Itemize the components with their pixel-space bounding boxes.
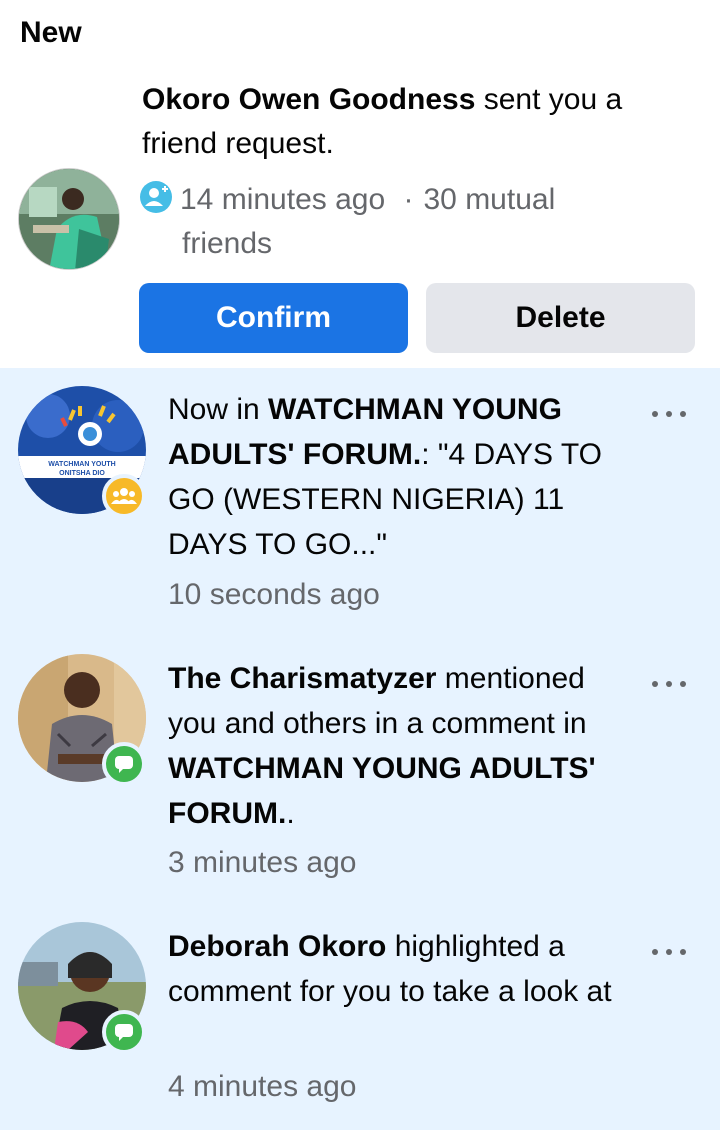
notification-item[interactable]: Deborah Okoro highlighted a comment for … bbox=[0, 904, 720, 1130]
request-time: 14 minutes ago bbox=[180, 183, 386, 216]
notification-text[interactable]: Deborah Okoro highlighted a comment for … bbox=[168, 924, 638, 1014]
more-options-icon[interactable] bbox=[652, 674, 686, 694]
notification-text[interactable]: Now in WATCHMAN YOUNG ADULTS' FORUM.: "4… bbox=[168, 387, 638, 567]
notification-list: WATCHMAN YOUTH ONITSHA DIO Now in WATCHM… bbox=[0, 368, 720, 1130]
confirm-button[interactable]: Confirm bbox=[139, 283, 408, 353]
section-title: New bbox=[20, 16, 82, 49]
notification-item[interactable]: WATCHMAN YOUTH ONITSHA DIO Now in WATCHM… bbox=[0, 368, 720, 636]
group-logo-text: WATCHMAN YOUTH bbox=[48, 461, 115, 468]
delete-button[interactable]: Delete bbox=[426, 283, 695, 353]
meta-separator: · bbox=[403, 183, 414, 216]
notification-time: 10 seconds ago bbox=[168, 578, 380, 611]
more-options-icon[interactable] bbox=[652, 942, 686, 962]
group-name[interactable]: WATCHMAN YOUNG ADULTS' FORUM. bbox=[168, 752, 596, 830]
notification-item[interactable]: The Charismatyzer mentioned you and othe… bbox=[0, 636, 720, 904]
actor-name[interactable]: Deborah Okoro bbox=[168, 930, 386, 963]
requester-avatar[interactable] bbox=[18, 168, 120, 270]
notification-suffix: . bbox=[286, 797, 295, 830]
requester-name[interactable]: Okoro Owen Goodness bbox=[142, 83, 475, 116]
mutual-friends: 30 mutual bbox=[423, 183, 556, 216]
notification-prefix: Now in bbox=[168, 393, 269, 426]
friend-request-card[interactable]: New Okoro Owen Goodness sent you a frien… bbox=[0, 0, 720, 368]
mutual-friends-line2: friends bbox=[182, 227, 273, 260]
friend-request-text[interactable]: Okoro Owen Goodness sent you a friend re… bbox=[142, 78, 702, 166]
actor-name[interactable]: The Charismatyzer bbox=[168, 662, 436, 695]
notification-time: 3 minutes ago bbox=[168, 846, 357, 879]
notification-time: 4 minutes ago bbox=[168, 1070, 357, 1103]
add-friend-icon bbox=[140, 181, 172, 213]
more-options-icon[interactable] bbox=[652, 404, 686, 424]
group-icon bbox=[102, 474, 146, 518]
requester-photo bbox=[19, 169, 119, 269]
notification-text[interactable]: The Charismatyzer mentioned you and othe… bbox=[168, 656, 638, 836]
comment-icon bbox=[102, 742, 146, 786]
group-logo-text-2: ONITSHA DIO bbox=[59, 470, 105, 477]
friend-request-meta: 14 minutes ago · 30 mutual friends bbox=[140, 178, 660, 266]
comment-icon bbox=[102, 1010, 146, 1054]
